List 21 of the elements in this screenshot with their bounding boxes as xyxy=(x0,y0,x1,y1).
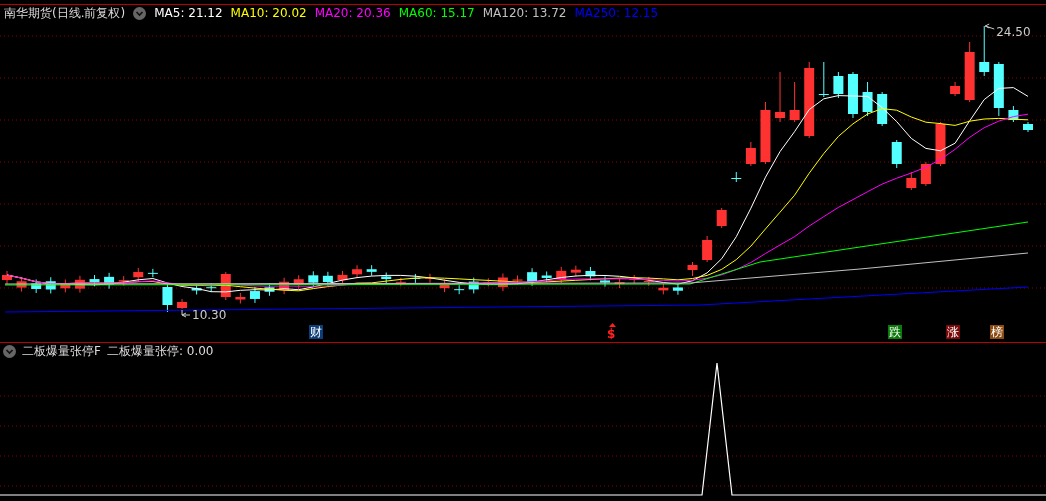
leader-line xyxy=(984,23,995,30)
ma-legend-item: MA5: 21.12 xyxy=(154,5,223,22)
event-badge[interactable]: 榜 xyxy=(990,325,1004,339)
price-low-label: 10.30 xyxy=(192,308,227,322)
event-badge[interactable]: 涨 xyxy=(946,325,960,339)
ma-legend-item: MA10: 20.02 xyxy=(230,5,307,22)
ma-legend-item: MA60: 15.17 xyxy=(398,5,475,22)
ma-legend-item: MA120: 13.72 xyxy=(482,5,567,22)
leader-line xyxy=(181,309,191,318)
chart-title: 南华期货(日线.前复权) xyxy=(4,5,126,22)
indicator-title: 二板爆量张停F xyxy=(22,343,101,359)
event-badge[interactable]: 跌 xyxy=(888,325,902,339)
chevron-down-icon[interactable] xyxy=(3,344,16,358)
caret-up-icon xyxy=(609,323,616,327)
ma-legend-item: MA20: 20.36 xyxy=(314,5,391,22)
price-high-label: 24.50 xyxy=(996,25,1031,39)
event-badge[interactable]: 财 xyxy=(309,325,323,339)
event-marker[interactable]: $ xyxy=(606,327,617,341)
chevron-down-icon[interactable] xyxy=(133,7,147,20)
indicator-reading: 二板爆量张停: 0.00 xyxy=(106,343,214,359)
ma-legend-item: MA250: 12.15 xyxy=(574,5,659,22)
